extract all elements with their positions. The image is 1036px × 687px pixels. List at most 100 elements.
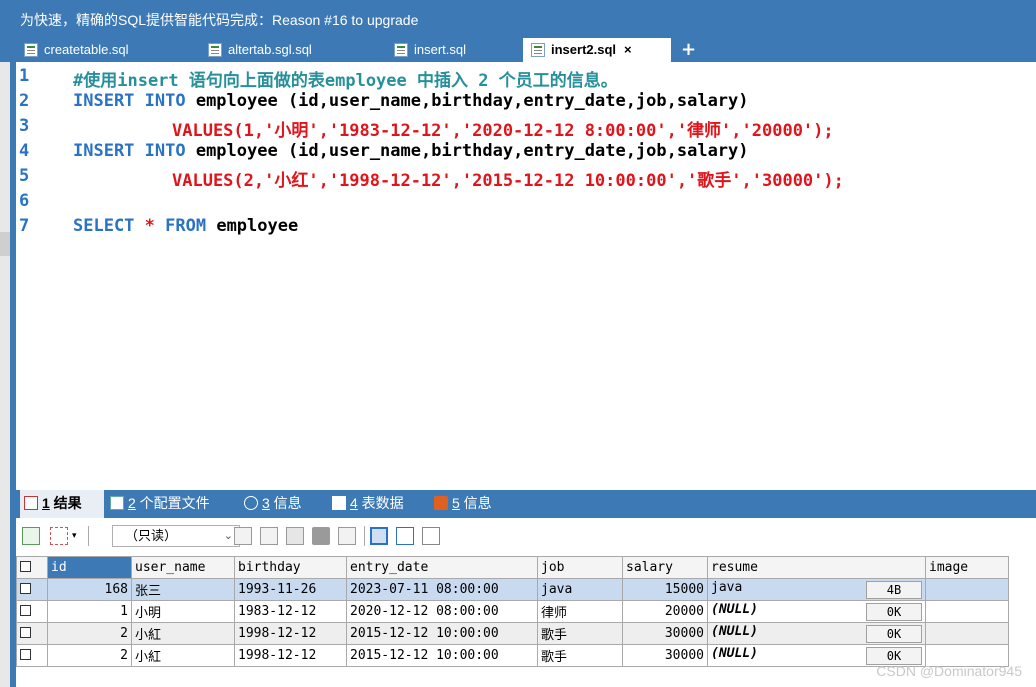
cell-user-name[interactable]: 小紅 <box>131 644 235 667</box>
cell-user-name[interactable]: 小明 <box>131 600 235 623</box>
text-view-icon[interactable] <box>422 527 440 545</box>
row-checkbox[interactable] <box>20 649 31 660</box>
read-only-select[interactable]: （只读） ⌄ <box>112 525 240 547</box>
tab-insert2[interactable]: insert2.sql × <box>523 38 671 62</box>
save-icon[interactable] <box>286 527 304 545</box>
toolbar-separator <box>364 526 365 546</box>
cell-resume[interactable]: java 4B <box>707 578 926 601</box>
cell-entry-date[interactable]: 2023-07-11 08:00:00 <box>346 578 538 601</box>
cell-job[interactable]: 歌手 <box>537 622 623 645</box>
column-header-job[interactable]: job <box>537 556 623 579</box>
cell-id[interactable]: 168 <box>47 578 132 601</box>
table-row[interactable]: 2 小紅 1998-12-12 2015-12-12 10:00:00 歌手 3… <box>16 644 1009 667</box>
add-tab-button[interactable]: + <box>681 38 696 62</box>
row-checkbox[interactable] <box>20 627 31 638</box>
tab-altertab[interactable]: altertab.sgl.sql <box>208 38 312 62</box>
select-all-header[interactable] <box>16 556 48 579</box>
cell-birthday[interactable]: 1983-12-12 <box>234 600 347 623</box>
result-grid[interactable]: id user_name birthday entry_date job sal… <box>16 556 1009 667</box>
code-text: employee (id,user_name,birthday,entry_da… <box>185 91 749 111</box>
cell-id[interactable]: 2 <box>47 644 132 667</box>
cell-resume[interactable]: (NULL) 0K <box>707 622 926 645</box>
row-select-cell[interactable] <box>16 578 48 601</box>
tab-results[interactable]: 1 结果 <box>20 490 104 518</box>
column-header-salary[interactable]: salary <box>622 556 708 579</box>
cell-image[interactable] <box>925 622 1009 645</box>
refresh-icon[interactable] <box>338 527 356 545</box>
column-header-resume[interactable]: resume <box>707 556 926 579</box>
cell-salary[interactable]: 20000 <box>622 600 708 623</box>
code-values: (2,'小红','1998-12-12','2015-12-12 10:00:0… <box>233 171 844 191</box>
delete-icon[interactable] <box>312 527 330 545</box>
tab-messages[interactable]: 3 信息 <box>244 490 302 518</box>
cell-job[interactable]: 律师 <box>537 600 623 623</box>
cell-entry-date[interactable]: 2020-12-12 08:00:00 <box>346 600 538 623</box>
select-all-checkbox[interactable] <box>20 561 31 572</box>
cell-birthday[interactable]: 1998-12-12 <box>234 622 347 645</box>
row-checkbox[interactable] <box>20 605 31 616</box>
cell-salary[interactable]: 30000 <box>622 644 708 667</box>
cell-job[interactable]: java <box>537 578 623 601</box>
chart-icon <box>434 496 448 510</box>
tab-num: 3 <box>262 495 270 511</box>
cell-id[interactable]: 1 <box>47 600 132 623</box>
close-icon[interactable]: × <box>624 42 632 57</box>
blob-size-button[interactable]: 4B <box>866 581 922 599</box>
cell-salary[interactable]: 15000 <box>622 578 708 601</box>
column-header-birthday[interactable]: birthday <box>234 556 347 579</box>
cell-job[interactable]: 歌手 <box>537 644 623 667</box>
sql-editor[interactable]: 1 2 3 4 5 6 7 #使用insert 语句向上面做的表employee… <box>16 62 1036 486</box>
blob-size-button[interactable]: 0K <box>866 625 922 643</box>
cell-entry-date[interactable]: 2015-12-12 10:00:00 <box>346 644 538 667</box>
table-row[interactable]: 2 小紅 1998-12-12 2015-12-12 10:00:00 歌手 3… <box>16 622 1009 645</box>
dropdown-arrow-icon[interactable]: ▾ <box>72 527 82 545</box>
cell-birthday[interactable]: 1993-11-26 <box>234 578 347 601</box>
cell-salary[interactable]: 30000 <box>622 622 708 645</box>
tab-info[interactable]: 5 信息 <box>434 490 492 518</box>
keyword-values: VALUES <box>172 121 234 141</box>
upgrade-banner[interactable]: 为快速，精确的SQL提供智能代码完成：Reason #16 to upgrade <box>0 0 1036 38</box>
line-number: 1 <box>19 66 30 86</box>
keyword-values: VALUES <box>172 171 234 191</box>
tab-insert[interactable]: insert.sql <box>394 38 466 62</box>
tab-createtable[interactable]: createtable.sql <box>24 38 129 62</box>
blob-size-button[interactable]: 0K <box>866 603 922 621</box>
export-icon[interactable] <box>260 527 278 545</box>
row-checkbox[interactable] <box>20 583 31 594</box>
cell-resume[interactable]: (NULL) 0K <box>707 600 926 623</box>
cell-entry-date[interactable]: 2015-12-12 10:00:00 <box>346 622 538 645</box>
cell-user-name[interactable]: 小紅 <box>131 622 235 645</box>
row-select-cell[interactable] <box>16 644 48 667</box>
column-header-entry-date[interactable]: entry_date <box>346 556 538 579</box>
grid-view-icon[interactable] <box>370 527 388 545</box>
tab-label: 个配置文件 <box>135 495 210 511</box>
tab-label: 信息 <box>269 495 302 511</box>
table-row[interactable]: 1 小明 1983-12-12 2020-12-12 08:00:00 律师 2… <box>16 600 1009 623</box>
add-row-icon[interactable] <box>22 527 40 545</box>
column-header-user-name[interactable]: user_name <box>131 556 235 579</box>
keyword: INSERT INTO <box>73 91 186 111</box>
column-header-image[interactable]: image <box>925 556 1009 579</box>
cell-birthday[interactable]: 1998-12-12 <box>234 644 347 667</box>
tab-label: 表数据 <box>357 495 404 511</box>
cell-image[interactable] <box>925 600 1009 623</box>
cell-user-name[interactable]: 张三 <box>131 578 235 601</box>
cell-image[interactable] <box>925 578 1009 601</box>
tab-profile[interactable]: 2 个配置文件 <box>110 490 210 518</box>
row-select-cell[interactable] <box>16 622 48 645</box>
sql-file-icon <box>208 43 222 57</box>
tab-table-data[interactable]: 4 表数据 <box>332 490 404 518</box>
tab-label: 结果 <box>49 495 82 511</box>
code-comment-line: #使用insert 语句向上面做的表employee 中插入 2 个员工的信息。 <box>73 71 618 91</box>
column-header-id[interactable]: id <box>47 556 132 579</box>
tab-label: altertab.sgl.sql <box>228 42 312 57</box>
filter-icon[interactable] <box>50 527 68 545</box>
cell-id[interactable]: 2 <box>47 622 132 645</box>
copy-row-icon[interactable] <box>234 527 252 545</box>
form-view-icon[interactable] <box>396 527 414 545</box>
row-select-cell[interactable] <box>16 600 48 623</box>
panel-splitter-handle[interactable] <box>0 232 10 256</box>
upgrade-banner-text[interactable]: 为快速，精确的SQL提供智能代码完成：Reason #16 to upgrade <box>20 10 418 30</box>
table-row[interactable]: 168 张三 1993-11-26 2023-07-11 08:00:00 ja… <box>16 578 1009 601</box>
tab-label: createtable.sql <box>44 42 129 57</box>
